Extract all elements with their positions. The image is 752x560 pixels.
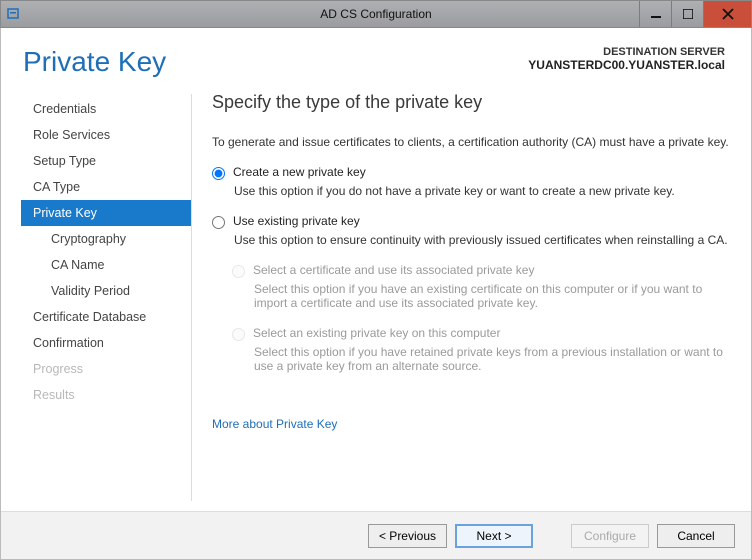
radio-select-cert <box>232 265 245 278</box>
suboption-select-cert: Select a certificate and use its associa… <box>232 263 733 278</box>
sidebar-item-ca-type[interactable]: CA Type <box>21 174 191 200</box>
window-title: AD CS Configuration <box>320 7 431 21</box>
cancel-button[interactable]: Cancel <box>657 524 735 548</box>
destination-server: YUANSTERDC00.YUANSTER.local <box>528 58 725 72</box>
radio-use-existing-desc: Use this option to ensure continuity wit… <box>234 233 733 247</box>
sidebar-item-cryptography[interactable]: Cryptography <box>21 226 191 252</box>
radio-select-key-desc: Select this option if you have retained … <box>254 345 733 373</box>
intro-text: To generate and issue certificates to cl… <box>212 135 733 149</box>
sidebar: CredentialsRole ServicesSetup TypeCA Typ… <box>21 88 191 511</box>
sidebar-item-confirmation[interactable]: Confirmation <box>21 330 191 356</box>
radio-select-key <box>232 328 245 341</box>
previous-button[interactable]: < Previous <box>368 524 447 548</box>
maximize-button[interactable] <box>671 1 703 27</box>
sidebar-item-results: Results <box>21 382 191 408</box>
option-create-new[interactable]: Create a new private key <box>212 165 733 180</box>
destination-label: DESTINATION SERVER <box>528 46 725 58</box>
main-panel: Specify the type of the private key To g… <box>192 88 745 511</box>
radio-create-new-desc: Use this option if you do not have a pri… <box>234 184 733 198</box>
minimize-button[interactable] <box>639 1 671 27</box>
radio-use-existing-label: Use existing private key <box>233 214 360 228</box>
titlebar: AD CS Configuration <box>0 0 752 28</box>
sidebar-item-ca-name[interactable]: CA Name <box>21 252 191 278</box>
sidebar-item-role-services[interactable]: Role Services <box>21 122 191 148</box>
radio-use-existing[interactable] <box>212 216 225 229</box>
header: Private Key DESTINATION SERVER YUANSTERD… <box>1 28 751 78</box>
radio-select-cert-label: Select a certificate and use its associa… <box>253 263 534 277</box>
footer: < Previous Next > Configure Cancel <box>1 511 751 559</box>
page-title: Private Key <box>23 46 166 78</box>
sidebar-item-progress: Progress <box>21 356 191 382</box>
more-link[interactable]: More about Private Key <box>212 417 337 431</box>
sidebar-item-setup-type[interactable]: Setup Type <box>21 148 191 174</box>
app-icon <box>5 5 23 23</box>
radio-create-new-label: Create a new private key <box>233 165 366 179</box>
radio-create-new[interactable] <box>212 167 225 180</box>
suboption-select-key: Select an existing private key on this c… <box>232 326 733 341</box>
close-button[interactable] <box>703 1 751 27</box>
next-button[interactable]: Next > <box>455 524 533 548</box>
sidebar-item-validity-period[interactable]: Validity Period <box>21 278 191 304</box>
radio-select-cert-desc: Select this option if you have an existi… <box>254 282 733 310</box>
sidebar-item-credentials[interactable]: Credentials <box>21 96 191 122</box>
option-use-existing[interactable]: Use existing private key <box>212 214 733 229</box>
sidebar-item-certificate-database[interactable]: Certificate Database <box>21 304 191 330</box>
main-heading: Specify the type of the private key <box>212 92 733 113</box>
radio-select-key-label: Select an existing private key on this c… <box>253 326 500 340</box>
window-controls <box>639 1 751 27</box>
sidebar-item-private-key[interactable]: Private Key <box>21 200 191 226</box>
configure-button: Configure <box>571 524 649 548</box>
